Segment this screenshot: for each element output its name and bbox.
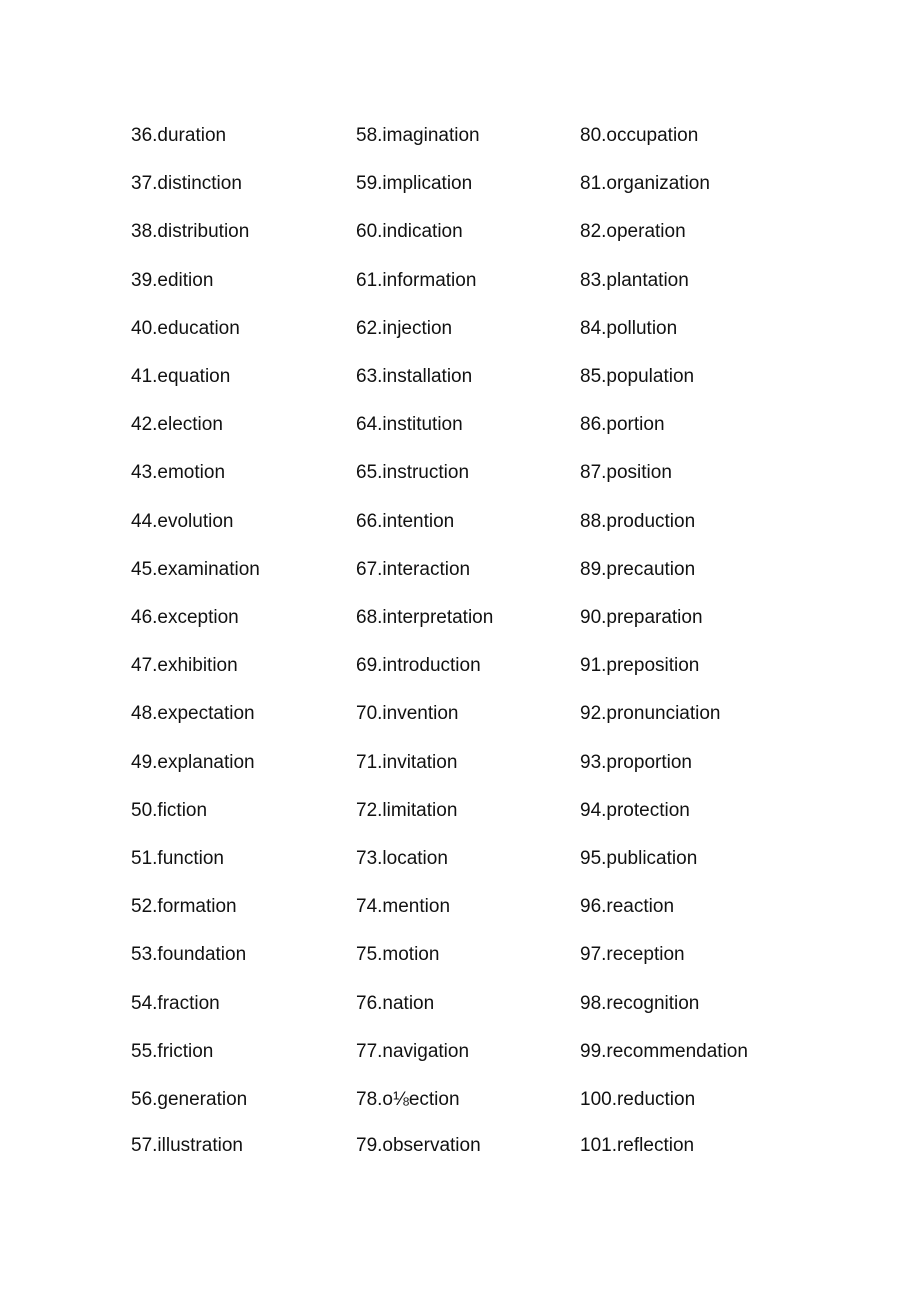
word-list-item: 64.institution [356, 414, 463, 435]
word-list-item: 69.introduction [356, 655, 481, 676]
word-list-item: 93.proportion [580, 752, 692, 773]
word-list-item: 52.formation [131, 896, 237, 917]
word-list-item: 45.examination [131, 559, 260, 580]
word-list-item: 98.recognition [580, 993, 700, 1014]
word-list-item: 88.production [580, 511, 696, 532]
word-list-item: 49.explanation [131, 752, 255, 773]
word-list-item: 80.occupation [580, 125, 699, 146]
word-list-item: 55.friction [131, 1041, 214, 1062]
word-list-item: 99.recommendation [580, 1041, 748, 1062]
word-list-item: 92.pronunciation [580, 703, 721, 724]
word-list-item: 76.nation [356, 993, 435, 1014]
word-list-item: 94.protection [580, 800, 690, 821]
word-list-item: 84.pollution [580, 318, 678, 339]
word-list-item: 46.exception [131, 607, 239, 628]
word-list-item: 61.information [356, 270, 477, 291]
word-list-item: 47.exhibition [131, 655, 238, 676]
word-list-item: 37.distinction [131, 173, 242, 194]
word-list-item: 73.location [356, 848, 448, 869]
word-list-item: 59.implication [356, 173, 473, 194]
word-list-item: 39.edition [131, 270, 214, 291]
word-list-item: 41.equation [131, 366, 231, 387]
word-list-item: 86.portion [580, 414, 665, 435]
word-list-item: 50.fiction [131, 800, 208, 821]
word-list-item: 89.precaution [580, 559, 696, 580]
word-list-item: 74.mention [356, 896, 451, 917]
word-list-item: 51.function [131, 848, 224, 869]
word-list-item: 97.reception [580, 944, 685, 965]
word-list-item: 66.intention [356, 511, 455, 532]
word-list-item: 85.population [580, 366, 695, 387]
word-list-item: 70.invention [356, 703, 459, 724]
word-list-item: 36.duration [131, 125, 227, 146]
word-list-item: 77.navigation [356, 1041, 470, 1062]
word-list-item: 95.publication [580, 848, 698, 869]
word-list-item: 65.instruction [356, 462, 470, 483]
word-list-item: 62.injection [356, 318, 453, 339]
word-list-item: 96.reaction [580, 896, 675, 917]
word-list-item: 91.preposition [580, 655, 700, 676]
word-list-item: 79.observation [356, 1135, 481, 1156]
word-list-item: 87.position [580, 462, 672, 483]
word-list-item: 56.generation [131, 1089, 248, 1110]
word-list-item: 48.expectation [131, 703, 255, 724]
word-list-item: 43.emotion [131, 462, 226, 483]
word-list-item: 40.education [131, 318, 240, 339]
word-list-item: 83.plantation [580, 270, 689, 291]
word-list-item: 68.interpretation [356, 607, 494, 628]
word-list-item: 54.fraction [131, 993, 220, 1014]
word-list-item: 90.preparation [580, 607, 703, 628]
word-list-item: 60.indication [356, 221, 463, 242]
word-list-item: 82.operation [580, 221, 686, 242]
word-list-item: 75.motion [356, 944, 440, 965]
word-list-item: 57.illustration [131, 1135, 243, 1156]
word-list-item: 67.interaction [356, 559, 471, 580]
document-page: 36.duration 37.distinction 38.distribution… [0, 0, 920, 1301]
word-list-item: 53.foundation [131, 944, 247, 965]
word-list-item: 42.election [131, 414, 223, 435]
word-list-item: 63.installation [356, 366, 473, 387]
word-list-item: 72.limitation [356, 800, 458, 821]
word-list-item: 38.distribution [131, 221, 250, 242]
word-list-item: 101.reflection [580, 1135, 695, 1156]
word-list-item: 100.reduction [580, 1089, 696, 1110]
word-list-item: 71.invitation [356, 752, 458, 773]
word-list-item: 58.imagination [356, 125, 480, 146]
word-list-item: 78.o⅛ection [356, 1089, 460, 1110]
word-list-item: 44.evolution [131, 511, 234, 532]
word-list-item: 81.organization [580, 173, 710, 194]
